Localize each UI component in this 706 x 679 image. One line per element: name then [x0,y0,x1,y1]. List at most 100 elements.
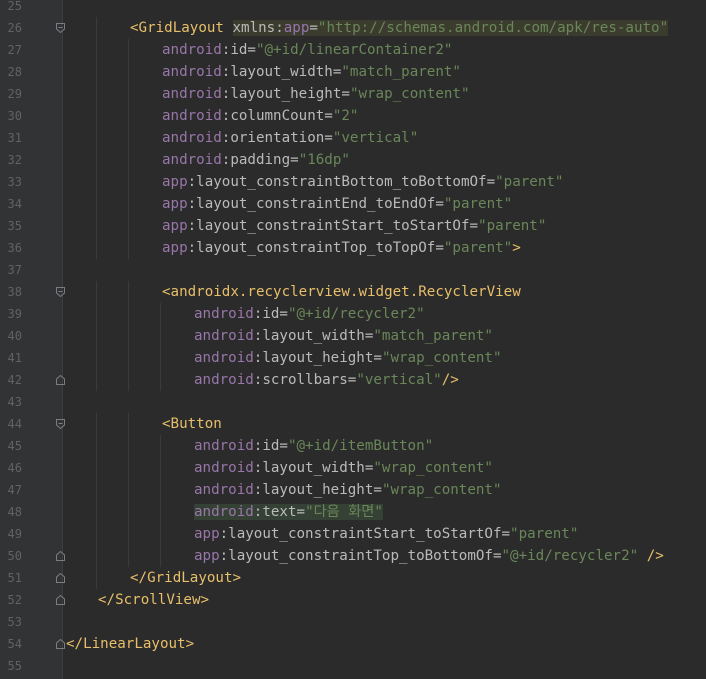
code-line[interactable]: 36 app:layout_constraintTop_toTopOf="pare… [0,237,706,259]
indent-guide [128,39,129,61]
indent-guide [96,171,97,193]
fold-close-icon[interactable] [56,375,65,385]
code-text: android:layout_height="wrap_content" [162,83,470,105]
token-ns: app [162,218,188,234]
indent-guide [96,347,97,369]
code-line[interactable]: 28 android:layout_width="match_parent" [0,61,706,83]
token-val: "vertical" [332,130,419,146]
code-line[interactable]: 32 android:padding="16dp" [0,149,706,171]
code-line[interactable]: 47 android:layout_height="wrap_content" [0,479,706,501]
code-line[interactable]: 50 app:layout_constraintTop_toBottomOf="@… [0,545,706,567]
code-text: android:id="@+id/linearContainer2" [162,39,452,61]
indent-guide [160,347,161,369]
fold-open-icon[interactable] [56,287,65,297]
token-ns: android [162,130,222,146]
code-line[interactable]: 42 android:scrollbars="vertical"/> [0,369,706,391]
token-punct: = [492,548,502,564]
fold-close-icon[interactable] [56,573,65,583]
token-val: "wrap_content" [349,86,470,102]
indent-guide [160,457,161,479]
code-line[interactable]: 53 [0,611,706,633]
code-text: android:layout_width="wrap_content" [194,457,493,479]
indent-guide [96,281,97,303]
indent-guide [128,435,129,457]
code-line[interactable]: 26 <GridLayout xmlns:app="http://schemas.… [0,17,706,39]
fold-open-icon[interactable] [56,419,65,429]
line-number: 30 [7,109,22,123]
indent-guide [160,523,161,545]
token-attr: :layout_height [253,350,374,366]
token-val: "parent" [443,240,513,256]
code-line[interactable]: 55 [0,655,706,677]
token-val: "wrap_content" [381,350,502,366]
token-ns: app [283,20,310,36]
code-text: android:text="다음 화면" [194,501,383,523]
indent-guide [96,457,97,479]
code-line[interactable]: 29 android:layout_height="wrap_content" [0,83,706,105]
code-line[interactable]: 34 app:layout_constraintEnd_toEndOf="pare… [0,193,706,215]
indent-guide [128,105,129,127]
code-line[interactable]: 31 android:orientation="vertical" [0,127,706,149]
code-line[interactable]: 37 [0,259,706,281]
token-attr: :scrollbars [253,372,348,388]
token-ns: android [194,372,254,388]
code-line[interactable]: 54 </LinearLayout> [0,633,706,655]
code-text: app:layout_constraintBottom_toBottomOf="… [162,171,563,193]
token-val: "@+id/itemButton" [287,438,434,454]
code-text: <androidx.recyclerview.widget.RecyclerVi… [162,281,521,303]
code-line[interactable]: 48 android:text="다음 화면" [0,501,706,523]
indent-guide [96,567,97,589]
fold-close-icon[interactable] [56,551,65,561]
token-ns: android [162,42,222,58]
indent-guide [128,127,129,149]
token-ns: app [194,548,220,564]
code-line[interactable]: 41 android:layout_height="wrap_content" [0,347,706,369]
code-text: app:layout_constraintEnd_toEndOf="parent… [162,193,512,215]
token-attr: :layout_constraintBottom_toBottomOf [187,174,487,190]
token-punct: = [296,504,306,520]
code-text: android:scrollbars="vertical"/> [194,369,459,391]
code-line[interactable]: 39 android:id="@+id/recycler2" [0,303,706,325]
code-line[interactable]: 49 app:layout_constraintStart_toStartOf="… [0,523,706,545]
indent-guide [96,523,97,545]
code-line[interactable]: 46 android:layout_width="wrap_content" [0,457,706,479]
code-line[interactable]: 45 android:id="@+id/itemButton" [0,435,706,457]
fold-open-icon[interactable] [56,23,65,33]
code-line[interactable]: 51 </GridLayout> [0,567,706,589]
fold-close-icon[interactable] [56,595,65,605]
code-line[interactable]: 25 [0,0,706,17]
code-line[interactable]: 52 </ScrollView> [0,589,706,611]
code-text: android:layout_width="match_parent" [162,61,461,83]
token-punct: = [373,350,382,366]
line-number: 48 [7,505,22,519]
code-line[interactable]: 43 [0,391,706,413]
token-punct: = [469,218,479,234]
token-ns: android [194,438,254,454]
code-line[interactable]: 35 app:layout_constraintStart_toStartOf="… [0,215,706,237]
code-line[interactable]: 38 <androidx.recyclerview.widget.Recycler… [0,281,706,303]
indent-guide [128,193,129,215]
indent-guide [160,369,161,391]
code-editor[interactable]: 25 26 <GridLayout xmlns:app="http://schema… [0,0,706,677]
token-attr: :layout_constraintTop_toBottomOf [219,548,493,564]
code-line[interactable]: 30 android:columnCount="2" [0,105,706,127]
code-line[interactable]: 27 android:id="@+id/linearContainer2" [0,39,706,61]
code-line[interactable]: 44 <Button [0,413,706,435]
token-attr: :layout_height [221,86,342,102]
token-ns: android [162,64,222,80]
fold-close-icon[interactable] [56,639,65,649]
line-number: 35 [7,219,22,233]
line-number: 43 [7,395,22,409]
indent-guide [128,215,129,237]
code-line[interactable]: 40 android:layout_width="match_parent" [0,325,706,347]
token-val: "@+id/recycler2" [501,548,639,564]
token-ns: android [194,350,254,366]
code-text: </LinearLayout> [66,633,194,655]
token-punct: = [290,152,299,168]
line-number: 32 [7,153,22,167]
code-line[interactable]: 33 app:layout_constraintBottom_toBottomOf… [0,171,706,193]
indent-guide [128,61,129,83]
code-text: android:id="@+id/itemButton" [194,435,433,457]
token-attr: :orientation [221,130,325,146]
indent-guide [96,435,97,457]
